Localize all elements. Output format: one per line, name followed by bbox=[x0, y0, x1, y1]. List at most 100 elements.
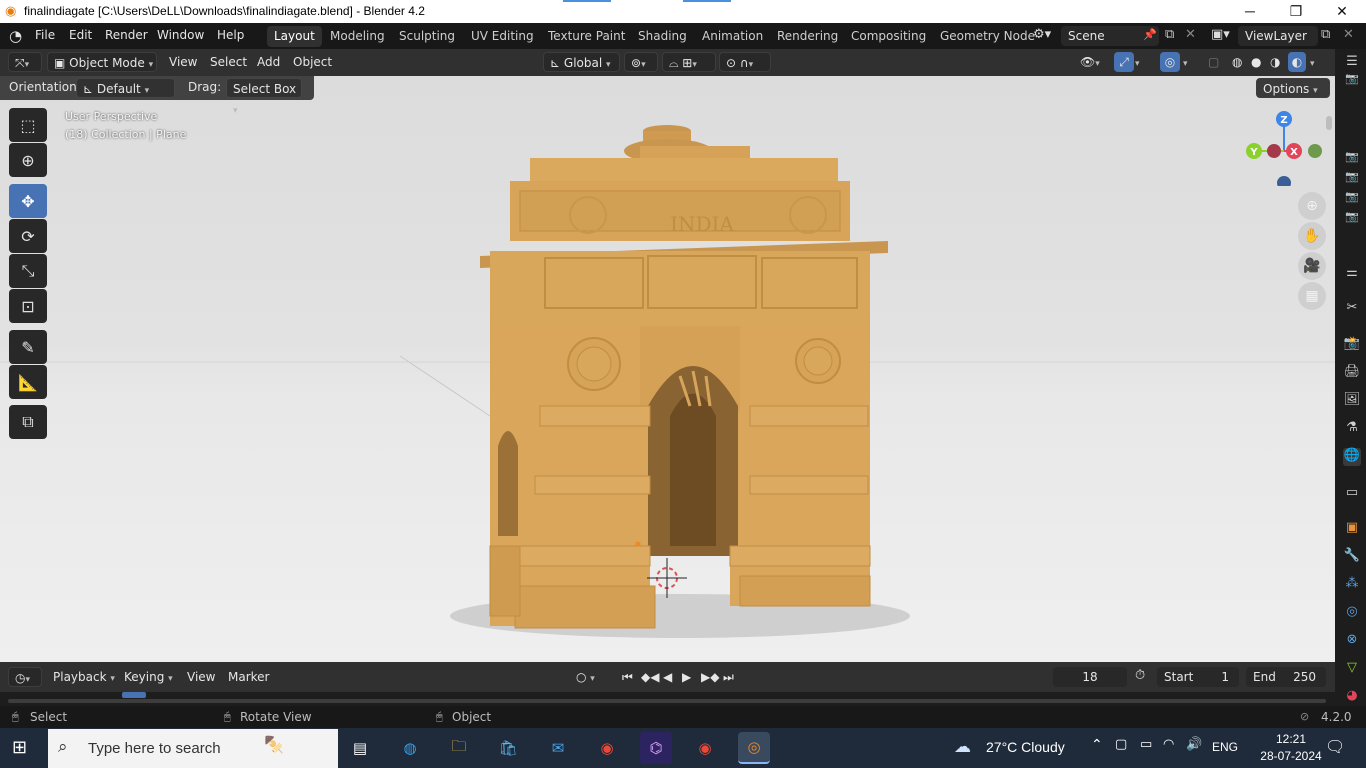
jump-to-keyframe-forward-icon[interactable]: ▶◆ bbox=[701, 667, 719, 687]
tool-properties-icon[interactable]: ✂ bbox=[1343, 300, 1361, 318]
camera-icon[interactable]: 📷 bbox=[1343, 190, 1361, 208]
blender-taskbar-icon[interactable]: ◎ bbox=[738, 732, 770, 764]
timeline-editor-type-dropdown[interactable]: ◷▾ bbox=[8, 667, 42, 687]
tab-shading[interactable]: Shading bbox=[631, 26, 694, 47]
drag-dropdown[interactable]: Select Box ▾ bbox=[226, 78, 302, 116]
pivot-point-dropdown[interactable]: ⊚▾ bbox=[624, 52, 658, 72]
camera-view-icon[interactable]: 🎥 bbox=[1298, 252, 1326, 280]
data-properties-icon[interactable]: ▽ bbox=[1343, 660, 1361, 678]
mode-dropdown[interactable]: ▣ Object Mode ▾ bbox=[47, 52, 157, 72]
pan-hand-icon[interactable]: ✋ bbox=[1298, 222, 1326, 250]
restore-button[interactable]: ❐ bbox=[1273, 0, 1319, 23]
collection-properties-icon[interactable]: ▭ bbox=[1343, 485, 1361, 503]
task-view-icon[interactable]: ▤ bbox=[344, 732, 376, 764]
menu-window[interactable]: Window bbox=[157, 28, 204, 42]
add-cube-tool-icon[interactable]: ⧉ bbox=[9, 405, 47, 439]
microsoft-store-icon[interactable]: 🛍 bbox=[492, 732, 524, 764]
modifier-properties-icon[interactable]: 🔧 bbox=[1343, 548, 1361, 566]
outliner-editor-icon[interactable]: ☰ bbox=[1343, 54, 1361, 72]
tab-modeling[interactable]: Modeling bbox=[323, 26, 392, 47]
camera-icon[interactable]: 📷 bbox=[1343, 210, 1361, 228]
camera-icon[interactable]: 📷 bbox=[1343, 72, 1361, 90]
edge-browser-icon[interactable]: ◍ bbox=[394, 732, 426, 764]
material-properties-icon[interactable]: ◕ bbox=[1343, 688, 1361, 706]
delete-scene-icon[interactable]: ✕ bbox=[1185, 27, 1196, 42]
tab-sculpting[interactable]: Sculpting bbox=[392, 26, 462, 47]
move-tool-icon[interactable]: ✥ bbox=[9, 184, 47, 218]
camera-icon[interactable]: 📷 bbox=[1343, 170, 1361, 188]
volume-icon[interactable]: 🔊 bbox=[1186, 737, 1202, 752]
jump-to-keyframe-back-icon[interactable]: ◆◀ bbox=[641, 667, 659, 687]
playback-menu[interactable]: Playback ▾ bbox=[53, 667, 115, 687]
taskbar-search-box[interactable]: ⌕ Type here to search 🍢 bbox=[48, 729, 338, 768]
wifi-icon[interactable]: ◠ bbox=[1163, 737, 1174, 752]
overlay-toggle-icon[interactable]: ◎ bbox=[1160, 52, 1180, 72]
meet-now-icon[interactable]: ▢ bbox=[1115, 737, 1127, 752]
output-properties-icon[interactable]: 🖨 bbox=[1343, 364, 1361, 382]
menu-object[interactable]: Object bbox=[293, 52, 332, 72]
gizmo-dropdown[interactable]: ▾ bbox=[1135, 52, 1140, 72]
end-frame-field[interactable]: End 250 bbox=[1246, 667, 1326, 687]
wireframe-shading-icon[interactable]: ◍ bbox=[1232, 52, 1248, 72]
blender-menu-icon[interactable]: ◔ bbox=[9, 27, 22, 45]
weather-cloud-icon[interactable]: ☁ bbox=[954, 737, 971, 757]
xray-toggle-icon[interactable]: ▢ bbox=[1208, 52, 1224, 72]
transform-tool-icon[interactable]: ⊡ bbox=[9, 289, 47, 323]
delete-view-layer-icon[interactable]: ✕ bbox=[1343, 27, 1354, 42]
gizmo-toggle-icon[interactable]: ⤢ bbox=[1114, 52, 1134, 72]
render-properties-icon[interactable]: 📸 bbox=[1343, 336, 1361, 354]
notifications-icon[interactable]: 🗨 bbox=[1325, 737, 1345, 756]
solid-shading-icon[interactable]: ● bbox=[1251, 52, 1267, 72]
auto-keying-toggle-icon[interactable]: ○ ▾ bbox=[576, 667, 595, 687]
visibility-dropdown[interactable]: 👁▾ bbox=[1080, 52, 1110, 72]
marker-menu[interactable]: Marker bbox=[228, 667, 269, 687]
3d-viewport[interactable]: INDIA User Perspective (18) Collection |… bbox=[0, 76, 1335, 662]
scene-properties-icon[interactable]: ⚗ bbox=[1343, 420, 1361, 438]
shading-dropdown[interactable]: ▾ bbox=[1310, 52, 1315, 72]
menu-help[interactable]: Help bbox=[217, 28, 244, 42]
zoom-icon[interactable]: ⊕ bbox=[1298, 192, 1326, 220]
view-layer-icon[interactable]: ▣▾ bbox=[1211, 27, 1230, 42]
current-frame-field[interactable]: 18 bbox=[1053, 667, 1127, 687]
timeline-scrollbar[interactable] bbox=[8, 699, 1326, 703]
display-icon[interactable]: ▭ bbox=[1140, 737, 1152, 752]
pin-icon[interactable]: 📌 bbox=[1143, 28, 1157, 41]
jump-to-end-icon[interactable]: ⏭ bbox=[723, 667, 734, 687]
orthographic-grid-icon[interactable]: ▦ bbox=[1298, 282, 1326, 310]
menu-add[interactable]: Add bbox=[257, 52, 280, 72]
mixed-reality-app-icon[interactable]: ⌬ bbox=[640, 732, 672, 764]
overlay-dropdown[interactable]: ▾ bbox=[1183, 52, 1188, 72]
object-properties-icon[interactable]: ▣ bbox=[1343, 520, 1361, 538]
tab-geometry-nodes[interactable]: Geometry Node bbox=[933, 26, 1042, 47]
navigation-gizmo[interactable]: Z Y X bbox=[1240, 111, 1330, 190]
measure-tool-icon[interactable]: 📐 bbox=[9, 365, 47, 399]
playhead-marker[interactable] bbox=[122, 692, 146, 698]
view-layer-properties-icon[interactable]: 🖼 bbox=[1343, 392, 1361, 410]
material-preview-icon[interactable]: ◑ bbox=[1270, 52, 1286, 72]
tab-rendering[interactable]: Rendering bbox=[770, 26, 845, 47]
menu-view[interactable]: View bbox=[169, 52, 197, 72]
orientation-dropdown[interactable]: ⊾ Default ▾ bbox=[76, 78, 175, 98]
particles-properties-icon[interactable]: ⁂ bbox=[1343, 576, 1361, 594]
weather-text[interactable]: 27°C Cloudy bbox=[986, 739, 1065, 755]
start-frame-field[interactable]: Start 1 bbox=[1157, 667, 1239, 687]
language-indicator[interactable]: ENG bbox=[1212, 740, 1238, 754]
camera-icon[interactable]: 📷 bbox=[1343, 150, 1361, 168]
menu-file[interactable]: File bbox=[35, 28, 55, 42]
cursor-tool-icon[interactable]: ⊕ bbox=[9, 143, 47, 177]
physics-properties-icon[interactable]: ◎ bbox=[1343, 604, 1361, 622]
tab-compositing[interactable]: Compositing bbox=[844, 26, 933, 47]
select-box-tool-icon[interactable]: ⬚ bbox=[9, 108, 47, 142]
play-icon[interactable]: ▶ bbox=[682, 667, 691, 687]
mail-icon[interactable]: ✉ bbox=[542, 732, 574, 764]
timeline-view-menu[interactable]: View bbox=[187, 667, 215, 687]
stopwatch-icon[interactable]: ⏱ bbox=[1135, 668, 1145, 683]
new-scene-icon[interactable]: ⧉ bbox=[1165, 27, 1174, 42]
close-button[interactable]: ✕ bbox=[1319, 0, 1365, 23]
view-layer-selector[interactable]: ViewLayer bbox=[1238, 26, 1318, 46]
clock-date[interactable]: 28-07-2024 bbox=[1256, 749, 1326, 763]
chrome-profile-icon[interactable]: ◉ bbox=[689, 732, 721, 764]
menu-select[interactable]: Select bbox=[210, 52, 247, 72]
tab-uv-editing[interactable]: UV Editing bbox=[464, 26, 541, 47]
scale-tool-icon[interactable]: ⤡ bbox=[9, 254, 47, 288]
